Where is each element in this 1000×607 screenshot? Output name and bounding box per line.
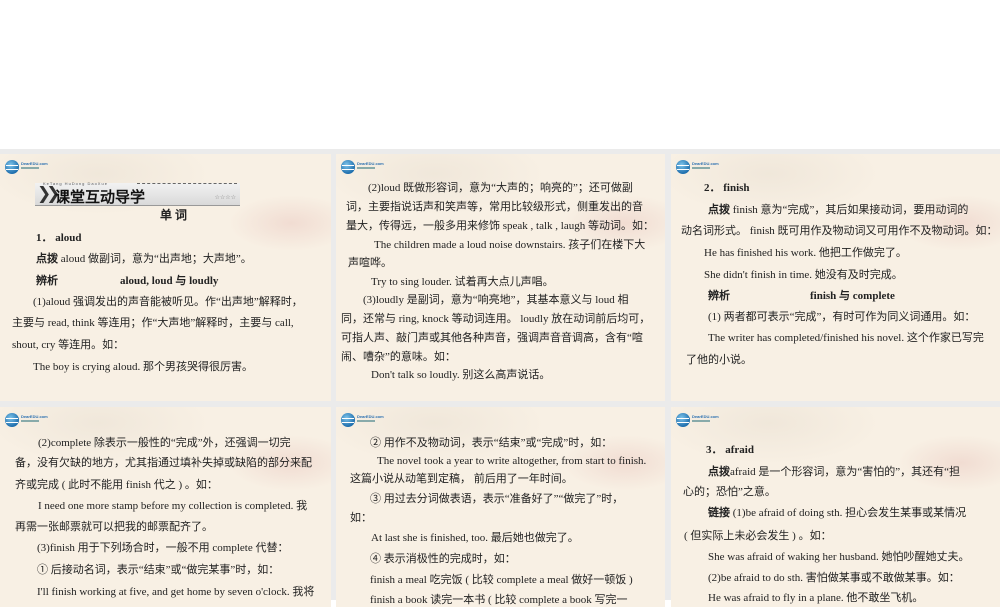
tip-text: finish 意为“完成”，其后如果接动词，要用动词的 [730, 204, 969, 216]
text-line: ③ 用过去分词做表语，表示“准备好了”“做完了”时， [370, 493, 624, 505]
text-line: (1)aloud 强调发出的声音能被听见。作“出声地”解释时， [33, 296, 303, 308]
text-line: (3)finish 用于下列场合时，一般不用 complete 代替： [37, 542, 289, 554]
tip-text: afraid 是一个形容词，意为“害怕的”，其还有“担 [730, 466, 961, 478]
text-line: 再需一张邮票就可以把我的邮票配齐了。 [15, 521, 213, 533]
logo-text: DearEDU.com [357, 161, 384, 166]
globe-icon [676, 413, 690, 427]
text-line: 备，没有欠缺的地方，尤其指通过填补失掉或缺陷的部分来配 [15, 457, 312, 469]
text-line: 齐或完成 ( 此时不能用 finish 代之 ) 。如： [15, 479, 218, 491]
link-text: (1)be afraid of doing sth. 担心会发生某事或某情况 [730, 507, 967, 519]
text-line: 动名词形式。 finish 既可用作及物动词又可用作不及物动词。如： [681, 225, 998, 237]
link-line: 链接 (1)be afraid of doing sth. 担心会发生某事或某情… [708, 506, 966, 520]
text-line: 量大，传得远，一般多用来修饰 speak , talk , laugh 等动词。… [346, 220, 654, 232]
text-line: ① 后接动名词，表示“结束”或“做完某事”时，如： [37, 564, 280, 576]
dearedu-logo: DearEDU.com [341, 413, 387, 427]
text-line: (1) 两者都可表示“完成”，有时可作为同义词通用。如： [708, 311, 976, 323]
slide-5[interactable]: DearEDU.com ② 用作不及物动词，表示“结束”或“完成”时，如： Th… [336, 407, 665, 607]
text-line: (2)loud 既做形容词，意为“大声的；响亮的”；还可做副 [368, 182, 633, 194]
compare-line: 辨析 aloud, loud 与 loudly [36, 274, 218, 288]
text-line: ② 用作不及物动词，表示“结束”或“完成”时，如： [370, 437, 613, 449]
example-line: finish a meal 吃完饭 ( 比较 complete a meal 做… [370, 574, 633, 586]
banner-title: 课堂互动导学 [55, 188, 146, 206]
example-line: At last she is finished, too. 最后她也做完了。 [371, 532, 579, 544]
logo-text: DearEDU.com [692, 414, 719, 419]
dearedu-logo: DearEDU.com [676, 413, 722, 427]
dearedu-logo: DearEDU.com [5, 160, 51, 174]
word-heading: 2． finish [704, 182, 750, 194]
compare-text: finish 与 complete [810, 290, 895, 302]
text-line: 同，还常与 ring, knock 等动词连用。 loudly 放在动词前后均可… [341, 313, 651, 325]
compare-label: 辨析 [36, 275, 58, 287]
text-line: 闹、嘈杂”的意味。如： [341, 351, 456, 363]
text-line: (2)be afraid to do sth. 害怕做某事或不敢做某事。如： [708, 572, 960, 584]
dearedu-logo: DearEDU.com [676, 160, 722, 174]
tip-text: aloud 做副词，意为“出声地；大声地”。 [58, 253, 252, 265]
example-line: He was afraid to fly in a plane. 他不敢坐飞机。 [708, 592, 924, 604]
word-heading: 3． afraid [706, 444, 754, 456]
text-line: (3)loudly 是副词，意为“响亮地”，其基本意义与 loud 相 [363, 294, 629, 306]
slide-2[interactable]: DearEDU.com (2)loud 既做形容词，意为“大声的；响亮的”；还可… [336, 154, 665, 401]
globe-icon [5, 160, 19, 174]
compare-text: aloud, loud 与 loudly [120, 275, 219, 287]
globe-icon [676, 160, 690, 174]
double-chevron-icon: ❯❯ [37, 184, 60, 204]
dearedu-logo: DearEDU.com [341, 160, 387, 174]
example-line: The novel took a year to write altogethe… [377, 455, 647, 467]
slide-1[interactable]: DearEDU.com KeTang HuDong DaoXue ❯❯ 课堂互动… [0, 154, 331, 401]
link-label: 链接 [708, 507, 730, 519]
example-line: Try to sing louder. 试着再大点儿声唱。 [371, 276, 554, 288]
example-line: The children made a loud noise downstair… [374, 239, 646, 251]
text-line: 词，主要指说话声和笑声等，常用比较级形式，侧重发出的音 [346, 201, 643, 213]
dearedu-logo: DearEDU.com [5, 413, 51, 427]
section-title: 单 词 [160, 208, 188, 222]
globe-icon [341, 413, 355, 427]
tip-label: 点拨 [708, 204, 730, 216]
compare-line: 辨析 finish 与 complete [708, 289, 895, 303]
tip-label: 点拨 [36, 253, 58, 265]
text-line: (2)complete 除表示一般性的“完成”外，还强调一切完 [38, 437, 291, 449]
globe-icon [5, 413, 19, 427]
globe-icon [341, 160, 355, 174]
text-line: 可指人声、敲门声或其他各种声音，强调声音音调高，含有“喧 [341, 332, 643, 344]
example-line: She was afraid of waking her husband. 她怕… [708, 551, 970, 563]
tip-line: 点拨afraid 是一个形容词，意为“害怕的”，其还有“担 [708, 465, 960, 479]
logo-text: DearEDU.com [692, 161, 719, 166]
star-rating: ☆☆☆☆ [214, 195, 236, 201]
example-line: The writer has completed/finished his no… [708, 332, 984, 344]
slide-4[interactable]: DearEDU.com (2)complete 除表示一般性的“完成”外，还强调… [0, 407, 331, 607]
example-line: The boy is crying aloud. 那个男孩哭得很厉害。 [33, 361, 253, 373]
text-line: 了他的小说。 [686, 354, 752, 366]
example-line: Don't talk so loudly. 别这么高声说话。 [371, 369, 551, 381]
tip-line: 点拨 aloud 做副词，意为“出声地；大声地”。 [36, 252, 252, 266]
text-line: 主要与 read, think 等连用；作“大声地”解释时，主要与 call, [12, 317, 294, 329]
logo-text: DearEDU.com [21, 161, 48, 166]
slide-6[interactable]: DearEDU.com 3． afraid 点拨afraid 是一个形容词，意为… [671, 407, 1000, 607]
word-heading: 1． aloud [36, 232, 82, 244]
example-line: He has finished his work. 他把工作做完了。 [704, 247, 907, 259]
text-line: ④ 表示消极性的完成时，如： [370, 553, 516, 565]
example-line: I'll finish working at five, and get hom… [37, 586, 315, 598]
text-line: 声喧哗。 [348, 257, 392, 269]
logo-text: DearEDU.com [21, 414, 48, 419]
text-line: 如： [350, 512, 372, 524]
tip-label: 点拨 [708, 466, 730, 478]
example-line: She didn't finish in time. 她没有及时完成。 [704, 269, 903, 281]
tip-line: 点拨 finish 意为“完成”，其后如果接动词，要用动词的 [708, 203, 968, 217]
compare-label: 辨析 [708, 290, 730, 302]
text-line: 心的；恐怕”之意。 [683, 486, 776, 498]
example-line: I need one more stamp before my collecti… [38, 500, 308, 512]
text-line: shout, cry 等连用。如： [12, 339, 125, 351]
slide-3[interactable]: DearEDU.com 2． finish 点拨 finish 意为“完成”，其… [671, 154, 1000, 401]
logo-text: DearEDU.com [357, 414, 384, 419]
text-line: 这篇小说从动笔到定稿， 前后用了一年时间。 [350, 473, 573, 485]
text-line: ( 但实际上未必会发生 ) 。如： [684, 530, 832, 542]
section-banner: KeTang HuDong DaoXue ❯❯ 课堂互动导学 ☆☆☆☆ [35, 181, 240, 206]
example-line: finish a book 读完一本书 ( 比较 complete a book… [370, 594, 628, 606]
